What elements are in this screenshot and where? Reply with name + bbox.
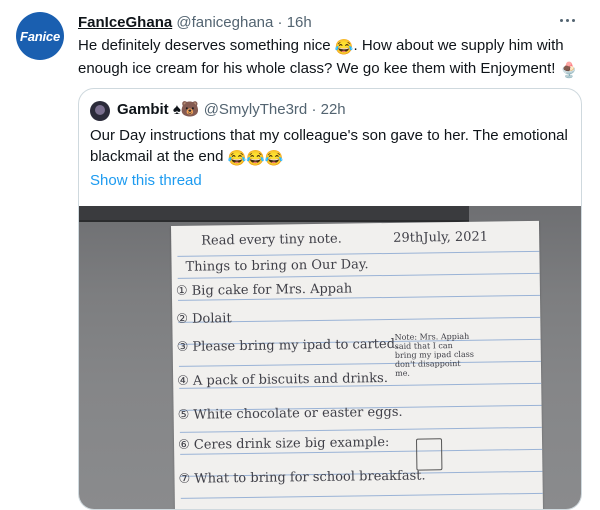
handwritten-note: Read every tiny note. 29thJuly, 2021 Thi… xyxy=(171,220,544,509)
note-item: ⑥ Ceres drink size big example: xyxy=(177,434,390,453)
quoted-photo[interactable]: Read every tiny note. 29thJuly, 2021 Thi… xyxy=(79,206,581,509)
display-name[interactable]: FanIceGhana xyxy=(78,14,172,31)
note-side-note: Note: Mrs. Appiah said that I can bring … xyxy=(394,331,474,378)
note-subtitle: Things to bring on Our Day. xyxy=(185,257,369,275)
quoted-text-body: Our Day instructions that my colleague's… xyxy=(90,127,568,165)
show-thread-link[interactable]: Show this thread xyxy=(90,171,202,191)
note-item: ② Dolait xyxy=(176,311,232,327)
drawn-cup xyxy=(415,438,443,471)
quoted-text: Our Day instructions that my colleague's… xyxy=(90,125,570,169)
quoted-header: Gambit ♠🐻 @SmylyThe3rd · 22h xyxy=(117,99,346,121)
note-item: ① Big cake for Mrs. Appah xyxy=(175,281,353,299)
quoted-name-badges: ♠🐻 xyxy=(172,101,200,118)
tweet-header: FanIceGhana @faniceghana · 16h xyxy=(78,12,540,34)
tweet-text: He definitely deserves something nice 😂.… xyxy=(78,35,583,81)
quoted-separator: · xyxy=(311,101,317,118)
quoted-timestamp: 22h xyxy=(320,101,346,118)
note-heading: Read every tiny note. xyxy=(201,231,342,249)
note-item: ③ Please bring my ipad to carted. xyxy=(176,336,400,355)
timestamp[interactable]: 16h xyxy=(287,14,312,31)
note-item: ⑤ White chocolate or easter eggs. xyxy=(177,404,403,423)
separator: · xyxy=(277,14,283,31)
note-item: ④ A pack of biscuits and drinks. xyxy=(177,370,389,389)
note-date: 29thJuly, 2021 xyxy=(393,229,489,246)
quoted-laughing-emojis-icon: 😂😂😂 xyxy=(227,150,284,167)
laughing-emoji-icon: 😂 xyxy=(334,39,354,56)
quoted-avatar[interactable] xyxy=(90,101,110,121)
quoted-handle: @SmylyThe3rd xyxy=(203,101,308,118)
tweet[interactable]: Fanice FanIceGhana @faniceghana · 16h He… xyxy=(0,0,600,510)
ice-cream-emoji-icon: 🍨 xyxy=(559,62,579,79)
handle[interactable]: @faniceghana xyxy=(176,14,273,31)
avatar[interactable]: Fanice xyxy=(16,12,64,60)
tweet-text-part-1: He definitely deserves something nice xyxy=(78,37,335,54)
note-item: ⑦ What to bring for school breakfast. xyxy=(178,468,426,487)
laptop-edge xyxy=(79,206,469,222)
fanice-logo: Fanice xyxy=(20,28,60,44)
quoted-display-name: Gambit xyxy=(117,101,169,118)
more-options-icon[interactable] xyxy=(554,10,580,30)
quoted-tweet[interactable]: Gambit ♠🐻 @SmylyThe3rd · 22h Our Day ins… xyxy=(78,88,582,510)
